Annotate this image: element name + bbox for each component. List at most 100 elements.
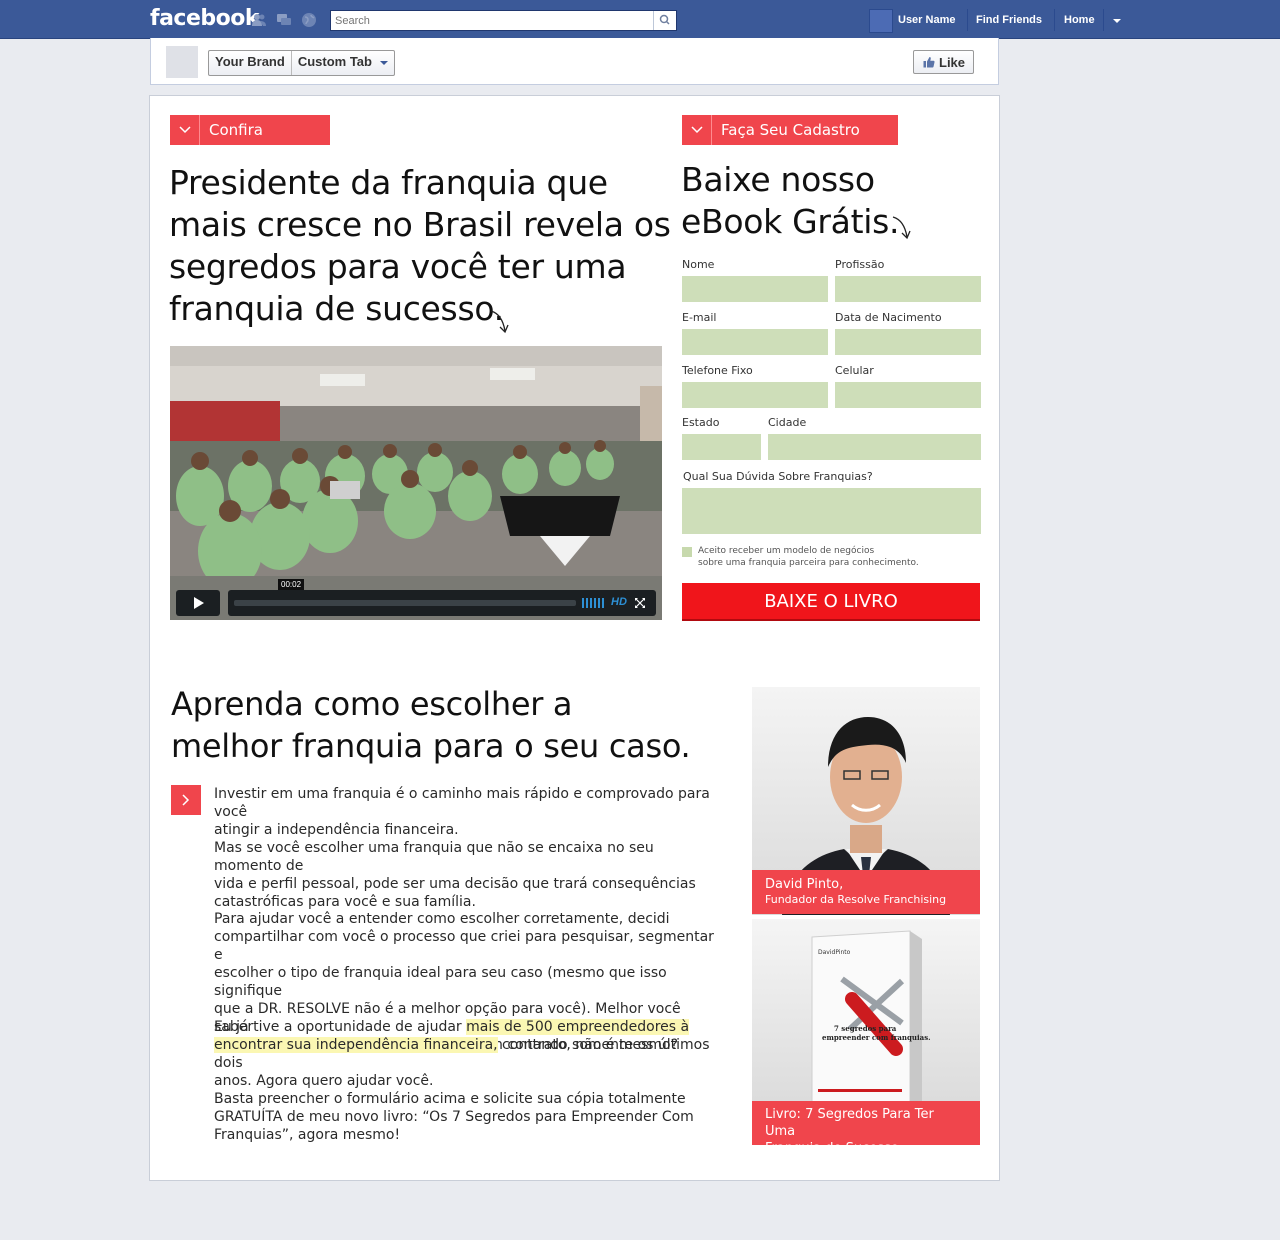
text-line: Investir em uma franquia é o caminho mai…	[214, 786, 710, 820]
headline-line: Aprenda como escolher a	[171, 685, 573, 723]
headline-line: melhor franquia para o seu caso.	[171, 727, 691, 765]
profissao-field[interactable]	[835, 276, 981, 302]
confira-label: Confira	[209, 121, 263, 139]
book-title-text: 7 segredos para	[834, 1024, 897, 1033]
baixe-o-livro-button[interactable]: BAIXE O LIVRO	[682, 583, 980, 621]
video-controls: 00:02 HD	[176, 579, 656, 616]
nascimento-label: Data de Nacimento	[835, 311, 942, 324]
fullscreen-icon[interactable]	[635, 598, 645, 608]
nome-label: Nome	[682, 258, 715, 271]
facebook-top-bar: facebook User Name Find Friends Home	[0, 0, 1280, 39]
text-line: escolher o tipo de franquia ideal para s…	[214, 965, 667, 999]
consent-line: Aceito receber um modelo de negócios	[698, 546, 875, 556]
chevron-down-icon	[379, 60, 388, 65]
duvida-label: Qual Sua Dúvida Sobre Franquias?	[683, 470, 873, 483]
form-headline: Baixe nosso eBook Grátis.	[681, 159, 899, 243]
text-line: Basta preencher o formulário acima e sol…	[214, 1091, 686, 1107]
custom-tab-content: Confira Presidente da franquia que mais …	[149, 95, 1000, 1181]
book-author-text: DavidPinto	[818, 949, 851, 956]
chevron-down-icon	[682, 115, 712, 145]
chevron-right-icon	[171, 785, 201, 815]
author-role: Fundador da Resolve Franchising	[765, 893, 947, 906]
cadastro-tag: Faça Seu Cadastro	[682, 115, 898, 145]
text-segment: Eu já tive a oportunidade de ajudar	[214, 1019, 467, 1035]
telefone-label: Telefone Fixo	[682, 364, 753, 377]
video-timestamp: 00:02	[278, 579, 305, 590]
page-profile-thumbnail[interactable]	[166, 46, 198, 78]
headline-line: franquia de sucesso.	[169, 289, 504, 328]
facebook-logo[interactable]: facebook	[150, 6, 260, 31]
breadcrumb-brand[interactable]: Your Brand	[209, 51, 291, 75]
email-field[interactable]	[682, 329, 828, 355]
hd-toggle[interactable]: HD	[611, 596, 627, 608]
author-caption: David Pinto, Fundador da Resolve Franchi…	[752, 870, 980, 914]
friend-requests-icon[interactable]	[251, 12, 267, 28]
breadcrumb-tab-label: Custom Tab	[297, 54, 372, 69]
headline-line: Presidente da franquia que	[169, 163, 608, 202]
search-bar	[330, 10, 677, 31]
like-label: Like	[939, 55, 966, 70]
book-caption: Livro: 7 Segredos Para Ter Uma Franquia …	[752, 1101, 980, 1156]
video-thumbnail-classroom	[170, 346, 662, 620]
consent-text: Aceito receber um modelo de negócios sob…	[698, 545, 938, 569]
thumbs-up-icon	[923, 57, 935, 68]
headline-line: eBook Grátis.	[681, 202, 900, 241]
search-input[interactable]	[331, 11, 651, 30]
page-header: Your Brand Custom Tab Like	[150, 38, 999, 85]
body-paragraph-highlighted: Eu já tive a oportunidade de ajudar mais…	[214, 1018, 724, 1090]
body-paragraph: Basta preencher o formulário acima e sol…	[214, 1090, 724, 1144]
search-icon	[659, 14, 670, 25]
divider	[1103, 9, 1104, 31]
confira-tag: Confira	[170, 115, 330, 145]
caption-line: Franquia de Sucesso	[765, 1141, 899, 1156]
scrub-track[interactable]	[234, 600, 576, 606]
like-button[interactable]: Like	[913, 50, 974, 74]
volume-bars-icon[interactable]	[582, 598, 606, 608]
user-avatar[interactable]	[869, 9, 893, 33]
breadcrumb-tab-dropdown[interactable]: Custom Tab	[290, 51, 394, 75]
consent-checkbox[interactable]	[682, 547, 692, 557]
profissao-label: Profissão	[835, 258, 885, 271]
highlighted-text: encontrar sua independência financeira,	[214, 1037, 498, 1053]
text-line: compartilhar com você o processo que cri…	[214, 929, 714, 963]
play-icon	[194, 597, 204, 609]
messages-icon[interactable]	[276, 12, 292, 28]
play-button[interactable]	[176, 590, 220, 616]
text-line: Franquias”, agora mesmo!	[214, 1127, 401, 1143]
divider	[967, 9, 968, 31]
headline-line: segredos para você ter uma	[169, 247, 627, 286]
progress-bar[interactable]: 00:02 HD	[228, 579, 656, 616]
search-button[interactable]	[653, 11, 676, 30]
highlighted-text: mais de 500 empreendedores à	[466, 1019, 690, 1035]
cidade-label: Cidade	[768, 416, 807, 429]
chevron-down-icon	[170, 115, 200, 145]
text-line: Eu já tive a oportunidade de ajudar mais…	[214, 1018, 724, 1036]
text-line: atingir a independência financeira.	[214, 822, 459, 838]
user-name-link[interactable]: User Name	[898, 14, 955, 26]
notifications-globe-icon[interactable]	[301, 12, 317, 28]
section-headline: Aprenda como escolher a melhor franquia …	[171, 683, 691, 767]
breadcrumb: Your Brand Custom Tab	[208, 50, 395, 76]
caption-line: Livro: 7 Segredos Para Ter Uma	[765, 1107, 934, 1139]
account-menu-caret-icon[interactable]	[1113, 19, 1121, 23]
estado-field[interactable]	[682, 434, 761, 460]
body-paragraph: Investir em uma franquia é o caminho mai…	[214, 785, 724, 839]
video-player[interactable]: 00:02 HD	[170, 346, 662, 620]
home-link[interactable]: Home	[1064, 14, 1095, 26]
text-line: GRATUÍTA de meu novo livro: “Os 7 Segred…	[214, 1109, 694, 1125]
headline-line: mais cresce no Brasil revela os	[169, 205, 671, 244]
curved-arrow-icon	[490, 310, 509, 334]
telefone-field[interactable]	[682, 382, 828, 408]
consent-line: sobre uma franquia parceira para conheci…	[698, 558, 919, 568]
estado-label: Estado	[682, 416, 720, 429]
nome-field[interactable]	[682, 276, 828, 302]
cidade-field[interactable]	[768, 434, 981, 460]
book-title-text: empreender com franquias.	[822, 1033, 931, 1042]
main-headline: Presidente da franquia que mais cresce n…	[169, 162, 671, 330]
nascimento-field[interactable]	[835, 329, 981, 355]
text-line: vida e perfil pessoal, pode ser uma deci…	[214, 876, 696, 892]
body-paragraph: Mas se você escolher uma franquia que nã…	[214, 839, 724, 911]
duvida-textarea[interactable]	[682, 488, 981, 534]
celular-field[interactable]	[835, 382, 981, 408]
find-friends-link[interactable]: Find Friends	[976, 14, 1042, 26]
